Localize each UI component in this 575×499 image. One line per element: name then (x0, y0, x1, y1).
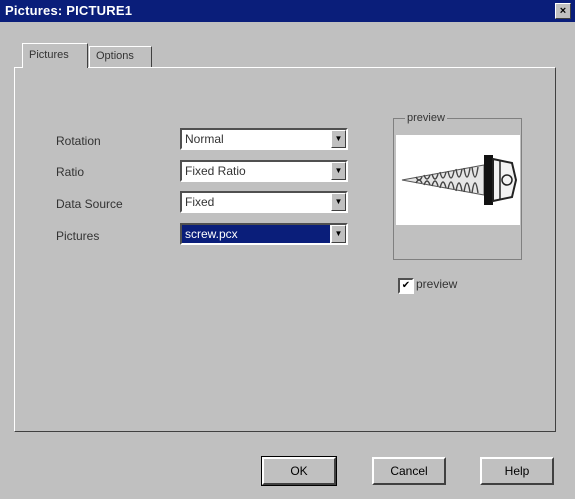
help-button[interactable]: Help (480, 457, 554, 485)
ratio-value: Fixed Ratio (185, 164, 246, 178)
ok-button-label: OK (290, 464, 308, 478)
tab-options[interactable]: Options (89, 46, 152, 67)
preview-image (396, 135, 520, 225)
close-button[interactable]: × (555, 3, 571, 19)
chevron-down-icon[interactable]: ▼ (331, 225, 346, 243)
rotation-select[interactable]: Normal ▼ (180, 128, 348, 150)
chevron-down-icon[interactable]: ▼ (331, 130, 346, 148)
chevron-down-icon[interactable]: ▼ (331, 162, 346, 180)
tab-options-label: Options (96, 50, 134, 62)
cancel-button[interactable]: Cancel (372, 457, 446, 485)
chevron-down-icon[interactable]: ▼ (331, 193, 346, 211)
screw-image (401, 155, 518, 205)
help-button-label: Help (504, 464, 530, 478)
preview-checkbox-label[interactable]: preview (416, 277, 457, 291)
data-source-value: Fixed (185, 195, 215, 209)
cancel-button-label: Cancel (390, 464, 428, 478)
dialog-window: Pictures: PICTURE1 × Pictures Options Ro… (0, 0, 575, 499)
preview-checkbox[interactable]: ✔ (398, 278, 414, 294)
data-source-select[interactable]: Fixed ▼ (180, 191, 348, 213)
checkmark-icon: ✔ (401, 280, 411, 291)
data-source-label: Data Source (56, 197, 123, 211)
window-title: Pictures: PICTURE1 (5, 3, 133, 18)
pictures-value: screw.pcx (182, 225, 330, 243)
close-icon: × (559, 5, 567, 17)
ok-button[interactable]: OK (261, 456, 337, 486)
rotation-value: Normal (185, 132, 224, 146)
ratio-label: Ratio (56, 165, 85, 179)
pictures-select[interactable]: screw.pcx ▼ (180, 223, 348, 245)
pictures-label: Pictures (56, 229, 100, 243)
tab-pictures-label: Pictures (29, 49, 69, 61)
tab-pictures[interactable]: Pictures (22, 43, 88, 68)
ratio-select[interactable]: Fixed Ratio ▼ (180, 160, 348, 182)
preview-group-label: preview (405, 112, 447, 124)
rotation-label: Rotation (56, 134, 101, 148)
title-bar[interactable]: Pictures: PICTURE1 × (0, 0, 575, 22)
